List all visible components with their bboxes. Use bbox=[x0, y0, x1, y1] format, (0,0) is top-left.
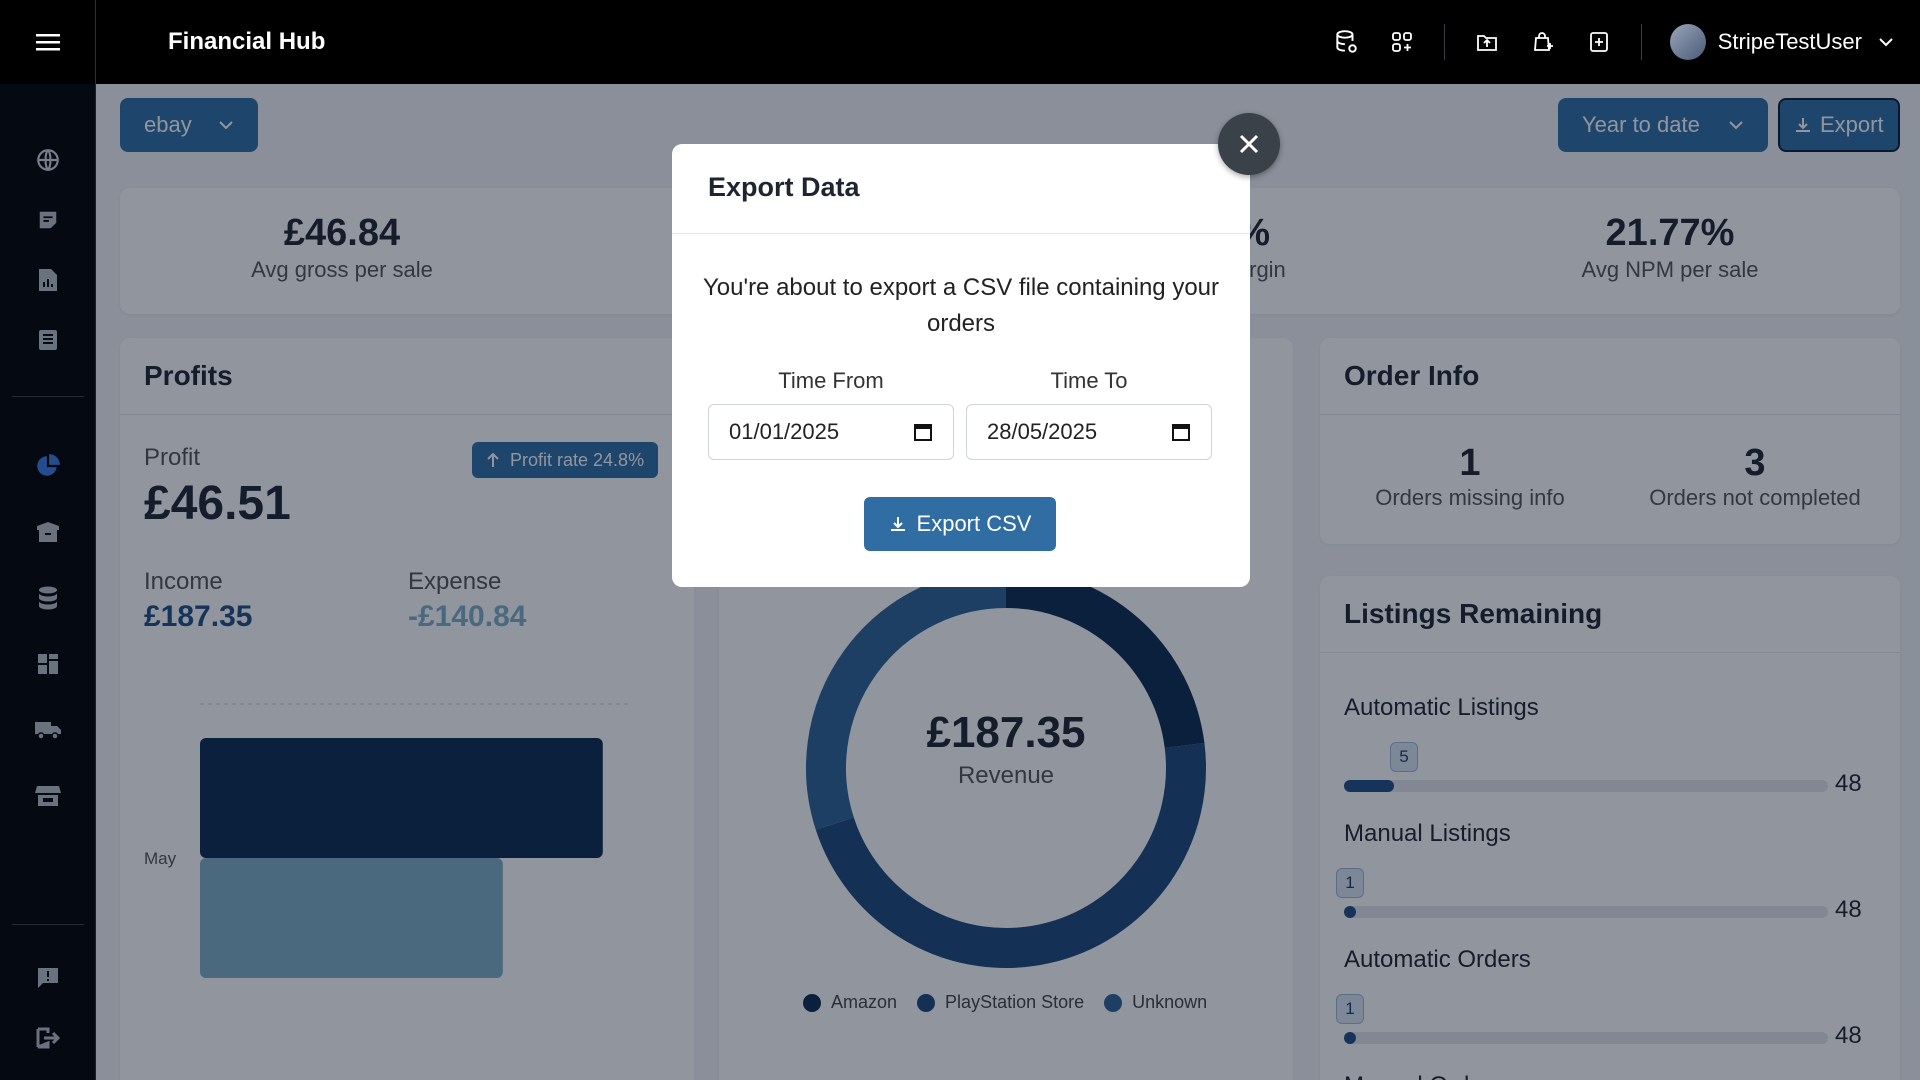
modal-close-button[interactable] bbox=[1218, 113, 1280, 175]
time-to-value: 28/05/2025 bbox=[987, 419, 1098, 444]
add-document-button[interactable] bbox=[1571, 14, 1627, 70]
chevron-down-icon bbox=[1879, 38, 1893, 47]
time-from-value: 01/01/2025 bbox=[729, 419, 840, 444]
apps-grid-icon bbox=[1391, 32, 1412, 52]
folder-upload-icon bbox=[1476, 35, 1497, 51]
calendar-icon bbox=[1172, 424, 1190, 441]
close-icon bbox=[1239, 134, 1259, 154]
toolbar-separator bbox=[1443, 24, 1445, 60]
export-csv-label: Export CSV bbox=[916, 511, 1032, 536]
user-menu[interactable]: StripeTestUser bbox=[1669, 24, 1894, 60]
document-plus-icon bbox=[1589, 32, 1608, 52]
user-name: StripeTestUser bbox=[1717, 29, 1862, 54]
hamburger-icon bbox=[35, 34, 60, 51]
export-data-modal: Export Data You're about to export a CSV… bbox=[672, 144, 1250, 587]
time-from-input[interactable]: 01/01/2025 bbox=[708, 404, 954, 460]
top-bar: Financial Hub StripeTestUser bbox=[0, 0, 1920, 84]
shopping-bag-plus-icon bbox=[1533, 32, 1553, 51]
time-to-label: Time To bbox=[1050, 368, 1128, 393]
upload-button[interactable] bbox=[1459, 14, 1515, 70]
database-icon bbox=[1336, 30, 1357, 53]
modal-title: Export Data bbox=[672, 144, 1250, 234]
toolbar-separator bbox=[1640, 24, 1642, 60]
avatar bbox=[1669, 24, 1706, 60]
download-icon bbox=[890, 517, 905, 531]
time-from-label: Time From bbox=[778, 368, 884, 393]
time-to-input[interactable]: 28/05/2025 bbox=[966, 404, 1212, 460]
apps-button[interactable] bbox=[1374, 14, 1430, 70]
export-csv-button[interactable]: Export CSV bbox=[864, 497, 1056, 551]
modal-message: You're about to export a CSV file contai… bbox=[702, 274, 1220, 337]
add-to-bag-button[interactable] bbox=[1515, 14, 1571, 70]
menu-button[interactable] bbox=[0, 0, 96, 84]
calendar-icon bbox=[914, 424, 932, 441]
database-settings-button[interactable] bbox=[1318, 14, 1374, 70]
app-title: Financial Hub bbox=[168, 28, 326, 55]
